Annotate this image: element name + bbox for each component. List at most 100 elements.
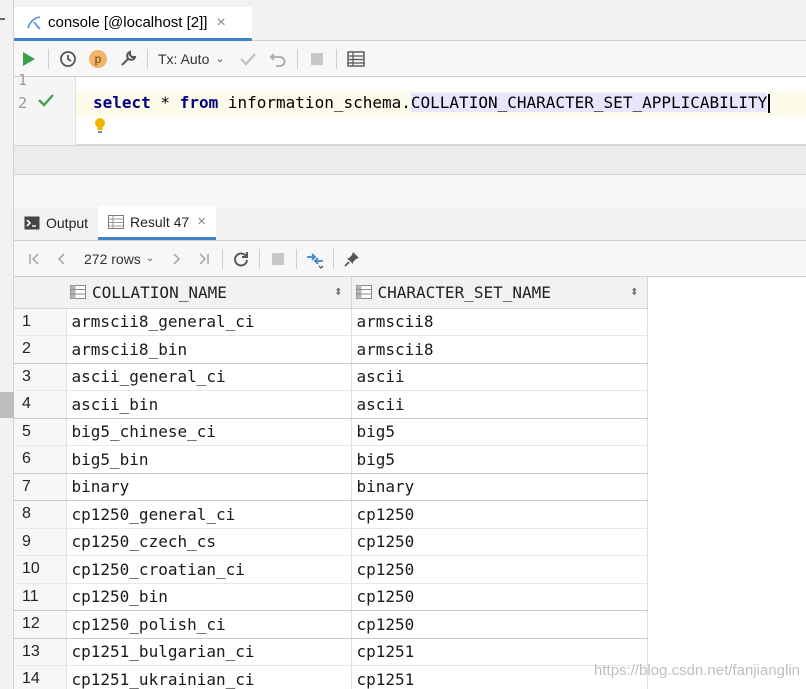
collation-name-cell[interactable]: armscii8_general_ci [66,308,352,336]
column-header-collation-name[interactable]: COLLATION_NAME ⬍ [66,277,352,309]
table-row[interactable]: 13 cp1251_bulgarian_ci cp1251 [14,638,648,666]
editor-tab-bar: console [@localhost [2]] × [14,0,806,41]
tab-output-label: Output [46,215,89,231]
rollback-button[interactable] [263,45,293,73]
table-row[interactable]: 12 cp1250_polish_ci cp1250 [14,610,648,639]
table-row[interactable]: 4 ascii_bin ascii [14,390,648,419]
table-row[interactable]: 8 cp1250_general_ci cp1250 [14,500,648,529]
tab-result-47[interactable]: Result 47 × [98,206,216,240]
run-button[interactable] [14,45,44,73]
table-row[interactable]: 7 binary binary [14,473,648,501]
collation-name-cell[interactable]: cp1250_czech_cs [66,528,352,556]
character-set-name-cell[interactable]: cp1250 [351,528,648,556]
collation-name-cell[interactable]: cp1251_bulgarian_ci [66,638,352,666]
table-row[interactable]: 11 cp1250_bin cp1250 [14,583,648,611]
stop-icon [272,252,285,265]
collation-name-cell[interactable]: binary [66,473,352,501]
collation-name-cell[interactable]: cp1250_croatian_ci [66,555,352,584]
editor-gutter: 1 2 [14,71,76,145]
row-number-cell: 6 [14,445,67,474]
table-row[interactable]: 2 armscii8_bin armscii8 [14,335,648,364]
toolbar-divider [296,248,298,269]
close-icon[interactable]: × [197,213,206,230]
line-number: 2 [18,94,28,112]
result-grid[interactable]: COLLATION_NAME ⬍ CHARACTER_SET_NAME ⬍ 1a… [14,277,806,689]
lightbulb-icon[interactable] [94,117,106,138]
chevron-down-icon: ⌄ [215,53,225,65]
toolbar-divider [259,248,261,269]
column-header-label: CHARACTER_SET_NAME [377,282,551,302]
next-page-button[interactable] [162,245,190,273]
column-header-character-set-name[interactable]: CHARACTER_SET_NAME ⬍ [351,277,648,309]
character-set-name-cell[interactable]: ascii [351,363,648,391]
character-set-name-cell[interactable]: big5 [351,445,648,474]
table-row[interactable]: 10 cp1250_croatian_ci cp1250 [14,555,648,584]
compare-button[interactable] [301,245,329,273]
console-icon [24,13,44,33]
collation-name-cell[interactable]: big5_bin [66,445,352,474]
row-number-cell: 3 [14,363,67,391]
tab-result-label: Result 47 [130,213,190,230]
last-page-icon [199,252,210,265]
collation-name-cell[interactable]: cp1250_bin [66,583,352,611]
collation-name-cell[interactable]: ascii_bin [66,390,352,419]
sort-icon[interactable]: ⬍ [630,287,638,298]
cancel-query-button[interactable] [264,245,292,273]
tab-console[interactable]: console [@localhost [2]] × [14,7,252,41]
sql-statement[interactable]: select * from information_schema.COLLATI… [93,93,771,113]
character-set-name-cell[interactable]: ascii [351,390,648,419]
character-set-name-cell[interactable]: cp1250 [351,500,648,529]
stop-button[interactable] [302,45,332,73]
table-row[interactable]: 9 cp1250_czech_cs cp1250 [14,528,648,556]
pin-tab-button[interactable] [338,245,366,273]
character-set-name-cell[interactable]: cp1250 [351,610,648,639]
character-set-name-cell[interactable]: armscii8 [351,335,648,364]
character-set-name-cell[interactable]: binary [351,473,648,501]
tab-output[interactable]: Output [14,206,98,240]
table-row[interactable]: 5 big5_chinese_ci big5 [14,418,648,446]
settings-button[interactable] [113,45,143,73]
check-icon [239,52,256,66]
history-button[interactable] [53,45,83,73]
collation-name-cell[interactable]: ascii_general_ci [66,363,352,391]
row-number-cell: 5 [14,418,67,446]
commit-button[interactable] [233,45,263,73]
last-page-button[interactable] [190,245,218,273]
collation-name-cell[interactable]: cp1250_general_ci [66,500,352,529]
collation-name-cell[interactable]: cp1251_ukrainian_ci [66,665,352,689]
character-set-name-cell[interactable]: armscii8 [351,308,648,336]
table-row[interactable]: 1 armscii8_general_ci armscii8 [14,308,648,336]
chevron-right-icon [173,252,181,265]
first-page-button[interactable] [20,245,48,273]
result-view-button[interactable] [341,45,371,73]
row-number-cell: 13 [14,638,67,666]
close-icon[interactable]: × [216,14,225,32]
toolbar-divider [147,48,148,69]
result-table: COLLATION_NAME ⬍ CHARACTER_SET_NAME ⬍ 1a… [14,277,648,689]
editor-results-splitter[interactable] [14,145,806,208]
collation-name-cell[interactable]: armscii8_bin [66,335,352,364]
table-row[interactable]: 14 cp1251_ukrainian_ci cp1251 [14,665,648,689]
previous-page-button[interactable] [48,245,76,273]
wrench-icon [121,50,137,66]
refresh-button[interactable] [227,245,255,273]
character-set-name-cell[interactable]: big5 [351,418,648,446]
row-number-cell: 4 [14,390,67,419]
character-set-name-cell[interactable]: cp1250 [351,583,648,611]
scroll-marker [0,392,14,418]
collation-name-cell[interactable]: cp1250_polish_ci [66,610,352,639]
collation-name-cell[interactable]: big5_chinese_ci [66,418,352,446]
explain-plan-button[interactable]: p [83,45,113,73]
table-row[interactable]: 3 ascii_general_ci ascii [14,363,648,391]
table-row[interactable]: 6 big5_bin big5 [14,445,648,474]
character-set-name-cell[interactable]: cp1250 [351,555,648,584]
keyword-select: select [93,93,151,112]
column-header-label: COLLATION_NAME [92,282,227,302]
toolbar-divider [222,248,224,269]
sort-icon[interactable]: ⬍ [334,287,342,298]
watermark: https://blog.csdn.net/fanjianglin [594,662,800,679]
table-icon [346,50,365,67]
rows-count-dropdown[interactable]: 272 rows ⌄ [76,251,162,267]
transaction-mode-dropdown[interactable]: Tx: Auto ⌄ [152,51,233,67]
sql-editor[interactable]: 1 2 select * from information_schema.COL… [14,71,806,145]
